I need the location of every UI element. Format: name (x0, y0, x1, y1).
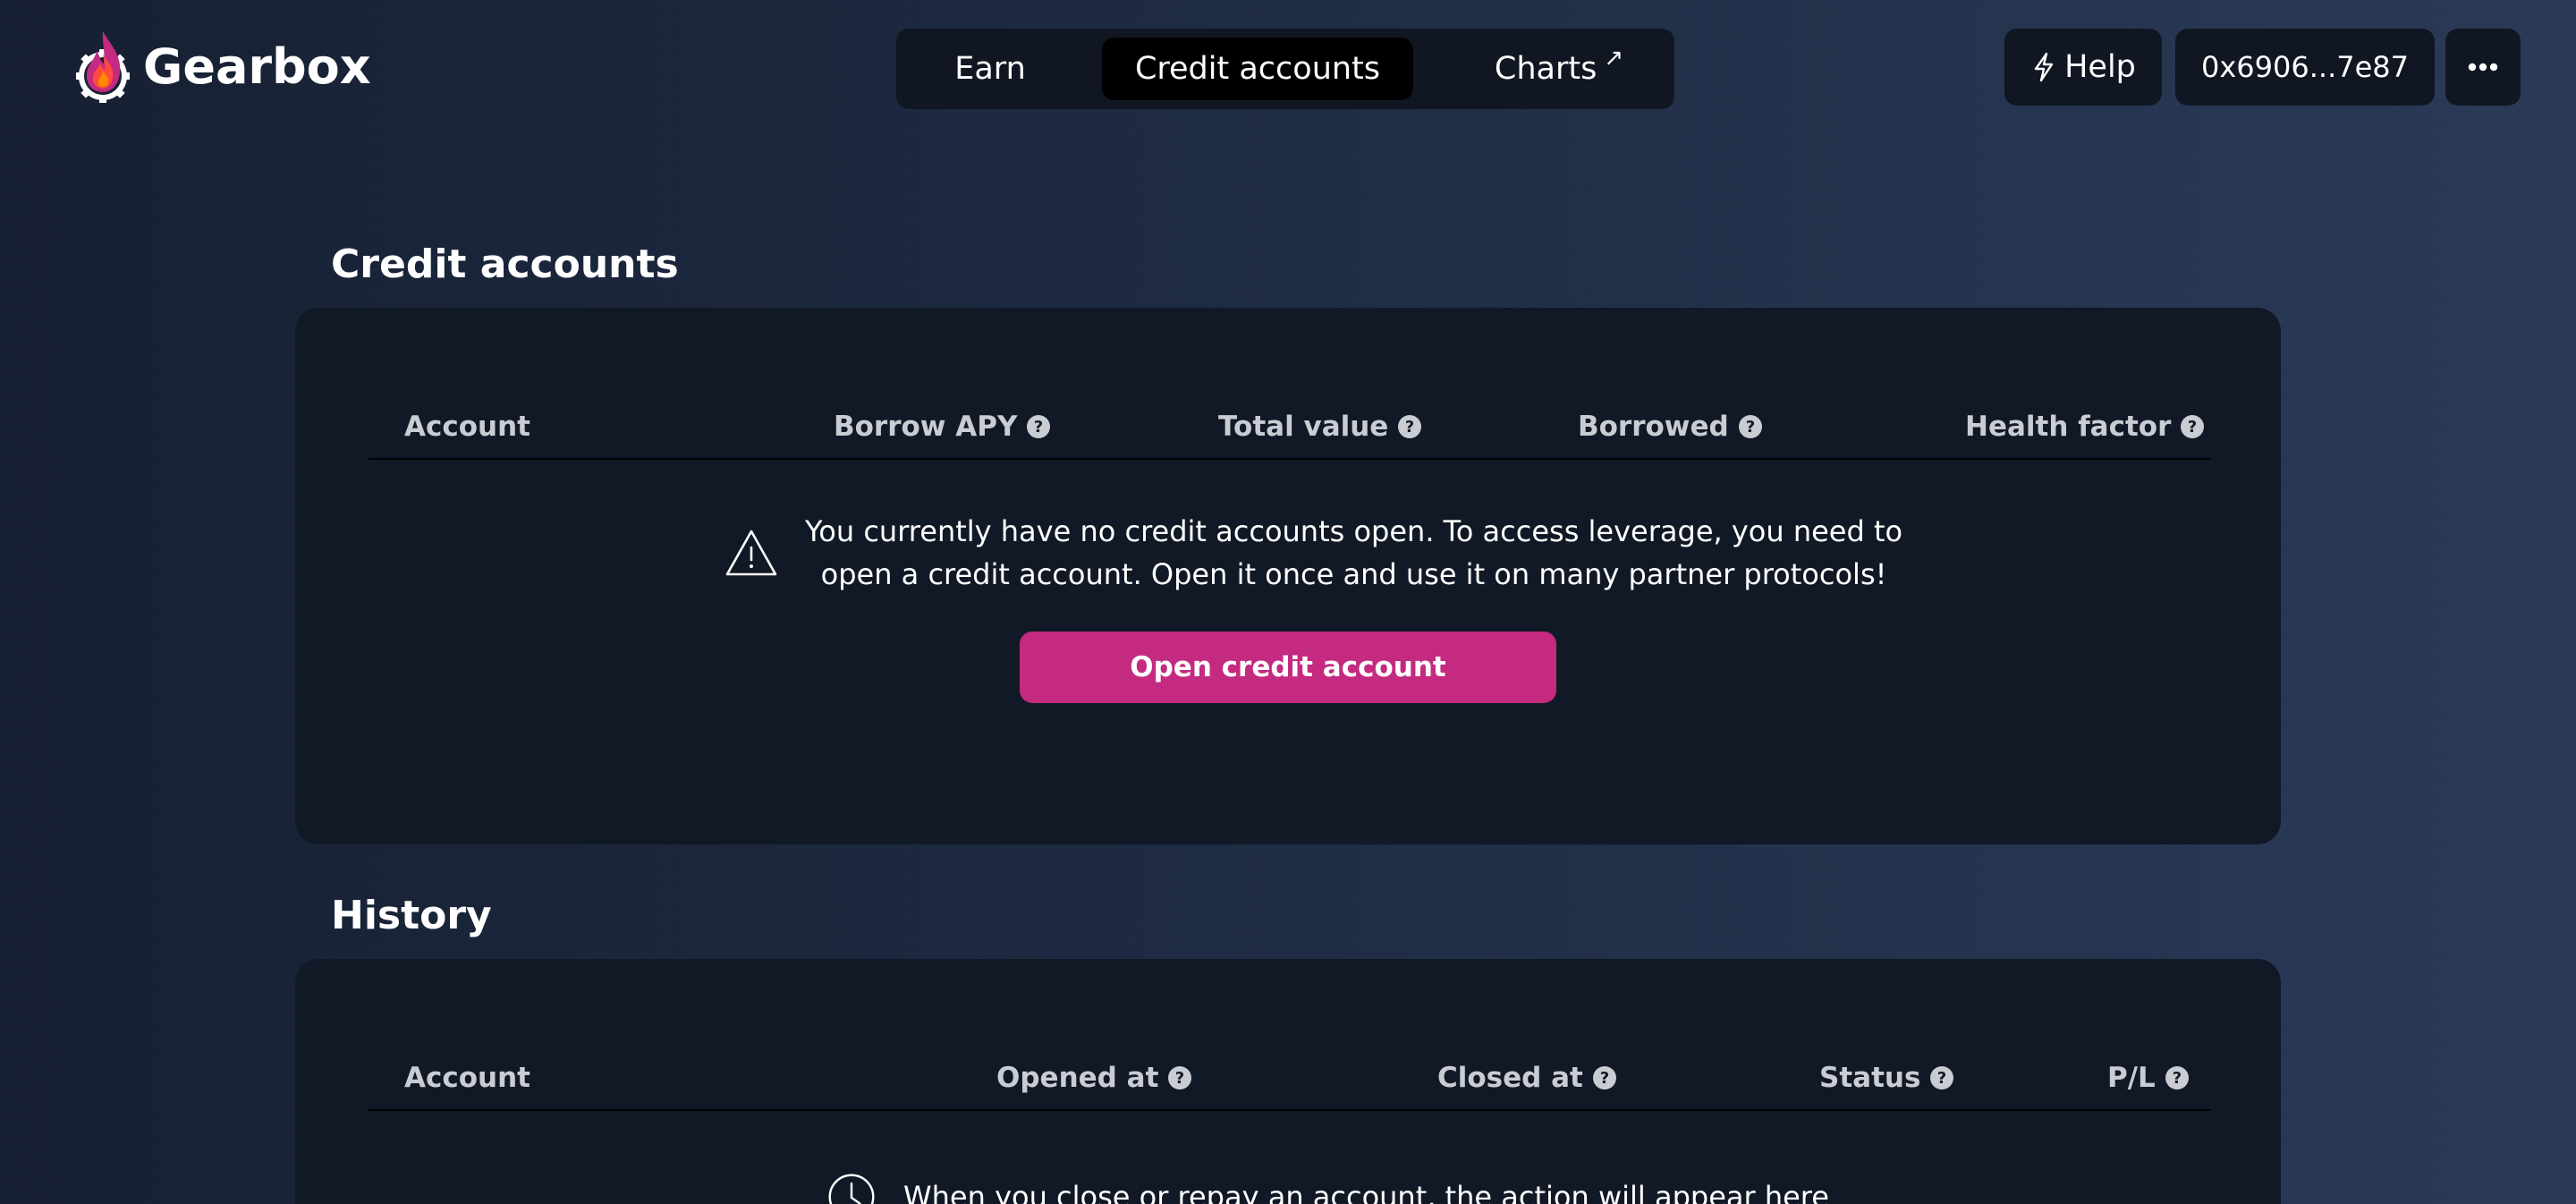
empty-state-message-line-2: open a credit account. Open it once and … (820, 557, 1887, 591)
gearbox-logo-icon (76, 31, 130, 103)
open-credit-account-button-label: Open credit account (1130, 651, 1446, 683)
column-header-total-value-label: Total value (1218, 411, 1389, 443)
credit-accounts-table-header: Account Borrow APY ? Total value ? Borro… (369, 395, 2211, 460)
wallet-address-button[interactable]: 0x6906...7e87 (2175, 29, 2435, 106)
question-icon[interactable]: ? (1738, 414, 1763, 439)
history-title: History (331, 893, 492, 938)
top-header: Gearbox Earn Credit accounts Charts ↗ He… (0, 0, 2576, 134)
empty-state-message-line-1: You currently have no credit accounts op… (805, 514, 1903, 548)
column-header-pl: P/L ? (2107, 1047, 2190, 1109)
history-empty-state: When you close or repay an account, the … (826, 1172, 1989, 1204)
wallet-address: 0x6906...7e87 (2200, 50, 2409, 84)
column-header-total-value: Total value ? (1218, 395, 1422, 458)
help-button-label: Help (2064, 49, 2136, 85)
nav-tab-credit-accounts[interactable]: Credit accounts (1102, 38, 1413, 100)
svg-text:?: ? (1937, 1069, 1946, 1088)
credit-accounts-title: Credit accounts (331, 242, 679, 287)
column-header-borrowed: Borrowed ? (1578, 395, 1763, 458)
column-header-account-label: Account (404, 1062, 530, 1094)
question-icon[interactable]: ? (1397, 414, 1422, 439)
svg-text:?: ? (1175, 1069, 1184, 1088)
nav-tab-earn[interactable]: Earn (932, 38, 1048, 100)
column-header-account-label: Account (404, 411, 530, 443)
help-button[interactable]: Help (2004, 29, 2162, 106)
empty-state-message: You currently have no credit accounts op… (805, 510, 1902, 596)
main-nav: Earn Credit accounts Charts ↗ (896, 29, 1674, 109)
question-icon[interactable]: ? (1592, 1065, 1617, 1090)
question-icon[interactable]: ? (2165, 1065, 2190, 1090)
column-header-opened-at-label: Opened at (996, 1062, 1159, 1094)
credit-accounts-card: Account Borrow APY ? Total value ? Borro… (295, 308, 2281, 844)
clock-icon (828, 1174, 875, 1204)
nav-tab-earn-label: Earn (954, 51, 1026, 87)
history-table-header: Account Opened at ? Closed at ? Status ?… (369, 1047, 2211, 1111)
column-header-borrow-apy: Borrow APY ? (834, 395, 1051, 458)
column-header-pl-label: P/L (2107, 1062, 2156, 1094)
column-header-health-factor-label: Health factor (1965, 411, 2172, 443)
svg-text:?: ? (1405, 418, 1414, 437)
column-header-closed-at: Closed at ? (1437, 1047, 1617, 1109)
nav-tab-credit-accounts-label: Credit accounts (1134, 51, 1381, 87)
question-icon[interactable]: ? (2180, 414, 2205, 439)
brand-logo[interactable]: Gearbox (72, 25, 371, 107)
column-header-opened-at: Opened at ? (996, 1047, 1192, 1109)
column-header-closed-at-label: Closed at (1437, 1062, 1583, 1094)
question-icon[interactable]: ? (1929, 1065, 1954, 1090)
svg-text:?: ? (2188, 418, 2197, 437)
column-header-borrowed-label: Borrowed (1578, 411, 1729, 443)
question-icon[interactable]: ? (1167, 1065, 1192, 1090)
history-card: Account Opened at ? Closed at ? Status ?… (295, 959, 2281, 1204)
ellipsis-icon (2468, 63, 2498, 72)
column-header-borrow-apy-label: Borrow APY (834, 411, 1018, 443)
column-header-status: Status ? (1819, 1047, 1954, 1109)
credit-accounts-empty-state: You currently have no credit accounts op… (724, 510, 1977, 596)
column-header-status-label: Status (1819, 1062, 1921, 1094)
svg-text:?: ? (1034, 418, 1043, 437)
arrow-up-right-icon: ↗ (1604, 45, 1624, 72)
more-menu-button[interactable] (2445, 29, 2521, 106)
column-header-account: Account (404, 1047, 530, 1109)
lightning-icon (2034, 52, 2054, 82)
nav-tab-charts-label: Charts (1494, 51, 1597, 87)
column-header-account: Account (404, 395, 530, 458)
svg-text:?: ? (1600, 1069, 1609, 1088)
open-credit-account-button[interactable]: Open credit account (1020, 632, 1556, 703)
question-icon[interactable]: ? (1026, 414, 1051, 439)
svg-text:?: ? (2173, 1069, 2182, 1088)
nav-tab-charts[interactable]: Charts ↗ (1465, 38, 1653, 100)
history-empty-message: When you close or repay an account, the … (903, 1180, 1829, 1204)
brand-name: Gearbox (143, 38, 371, 95)
column-header-health-factor: Health factor ? (1965, 395, 2205, 458)
svg-text:?: ? (1745, 418, 1754, 437)
warning-icon (725, 530, 777, 576)
